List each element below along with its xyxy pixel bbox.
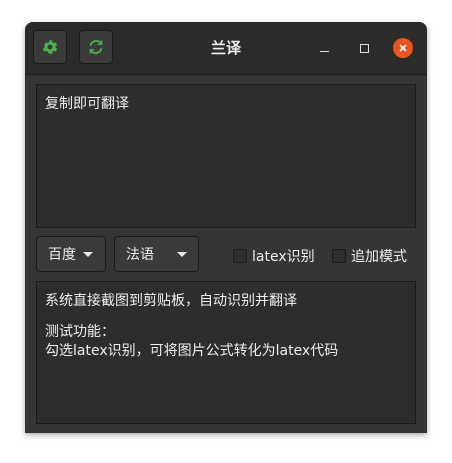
maximize-icon [359,43,369,53]
close-button[interactable] [393,38,413,58]
minimize-icon [319,50,329,52]
output-line: 系统直接截图到剪贴板，自动识别并翻译 [45,293,297,309]
language-dropdown[interactable]: 法语 [114,236,199,272]
titlebar: 兰译 [25,22,427,75]
engine-label: 百度 [48,247,76,263]
output-line: 勾选latex识别，可将图片公式转化为latex代码 [45,343,339,359]
minimize-button[interactable] [314,38,334,58]
latex-checkbox-label: latex识别 [252,249,315,265]
latex-checkbox[interactable]: latex识别 [233,246,315,266]
chevron-down-icon [83,252,93,257]
source-text-area[interactable]: 复制即可翻译 [36,84,416,228]
output-text-area[interactable]: 系统直接截图到剪贴板，自动识别并翻译 测试功能： 勾选latex识别，可将图片公… [36,281,416,424]
append-checkbox[interactable]: 追加模式 [332,246,407,266]
append-checkbox-label: 追加模式 [351,249,407,265]
language-label: 法语 [126,247,154,263]
chevron-down-icon [177,252,187,257]
append-checkbox-box[interactable] [332,249,346,263]
output-line: 测试功能： [45,324,115,340]
source-text: 复制即可翻译 [45,96,129,112]
app-window: 兰译 复制即可翻译 百度 法语 latex识别 追加模式 系统直接截图到剪贴板，… [25,22,427,433]
engine-dropdown[interactable]: 百度 [36,236,106,272]
maximize-button[interactable] [354,38,374,58]
latex-checkbox-box[interactable] [233,249,247,263]
close-icon [393,38,413,58]
